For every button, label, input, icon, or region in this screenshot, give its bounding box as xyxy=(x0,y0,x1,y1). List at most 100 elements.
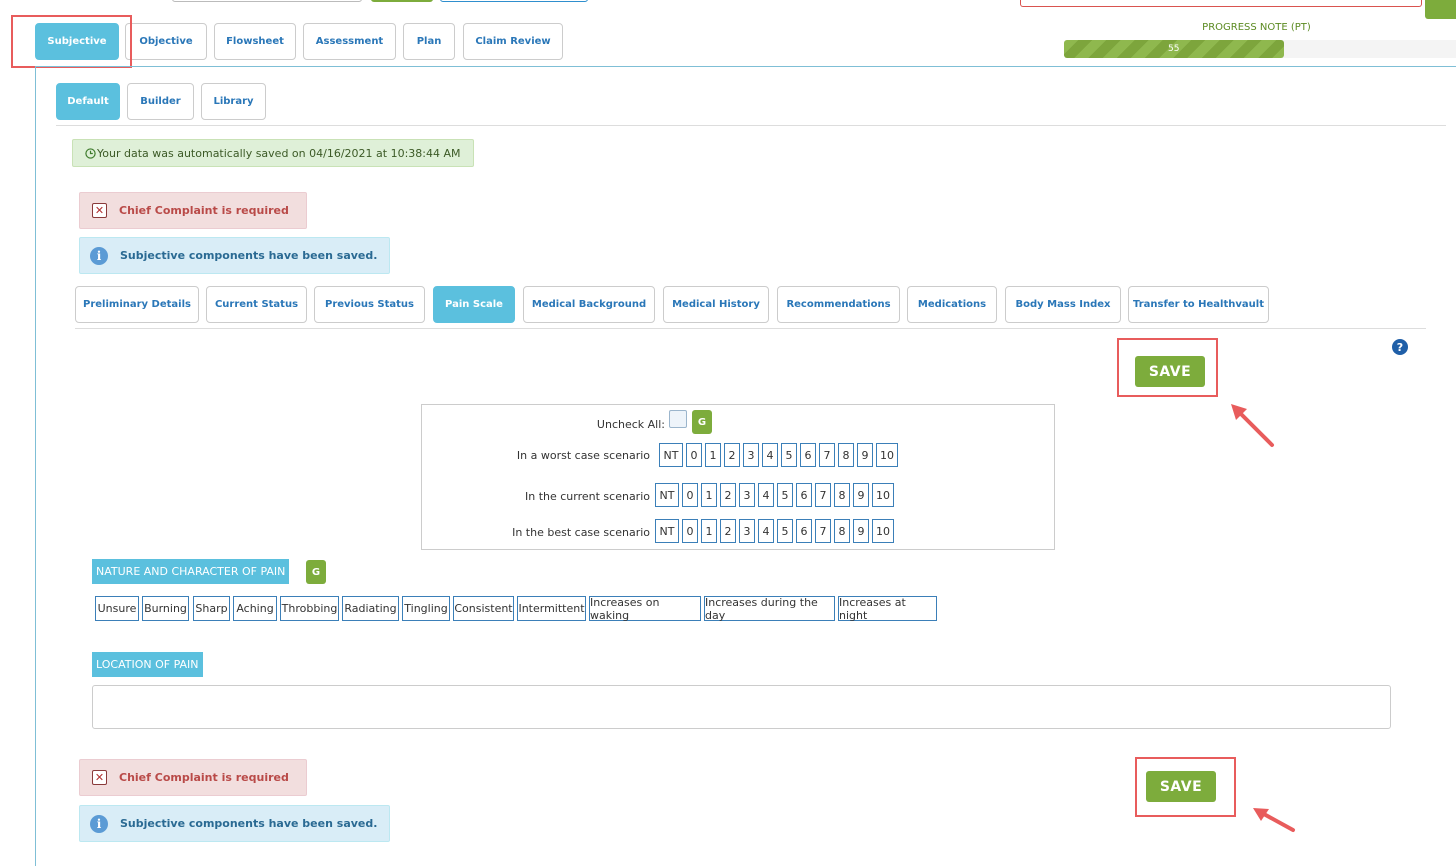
pain-scale-option-current-7[interactable]: 7 xyxy=(815,483,831,507)
tab-builder[interactable]: Builder xyxy=(127,83,194,120)
pain-scale-option-current-1[interactable]: 1 xyxy=(701,483,717,507)
pain-scale-option-worst-8[interactable]: 8 xyxy=(838,443,854,467)
annotation-highlight-subjective xyxy=(11,15,132,68)
pain-scale-option-current-5[interactable]: 5 xyxy=(777,483,793,507)
autosave-message: Your data was automatically saved on 04/… xyxy=(72,139,474,167)
pain-scale-option-current-6[interactable]: 6 xyxy=(796,483,812,507)
view-tabs-divider xyxy=(56,125,1446,126)
info-alert-bottom: i Subjective components have been saved. xyxy=(79,805,390,842)
tab-objective[interactable]: Objective xyxy=(125,23,207,60)
tab-library[interactable]: Library xyxy=(201,83,266,120)
progress-bar: 55 xyxy=(1064,40,1456,58)
main-tabs-divider xyxy=(35,66,1456,67)
tab-assessment[interactable]: Assessment xyxy=(303,23,396,60)
pain-scale-option-current-0[interactable]: 0 xyxy=(682,483,698,507)
uncheck-all-checkbox[interactable] xyxy=(669,410,687,428)
pain-scale-option-best-1[interactable]: 1 xyxy=(701,519,717,543)
pain-scale-option-current-2[interactable]: 2 xyxy=(720,483,736,507)
tab-default[interactable]: Default xyxy=(56,83,120,120)
tab-body-mass-index[interactable]: Body Mass Index xyxy=(1005,286,1121,323)
nature-option-aching[interactable]: Aching xyxy=(233,596,277,621)
tab-current-status[interactable]: Current Status xyxy=(206,286,307,323)
pain-scale-option-best-10[interactable]: 10 xyxy=(872,519,894,543)
top-right-button[interactable] xyxy=(1425,0,1456,19)
nature-option-tingling[interactable]: Tingling xyxy=(402,596,450,621)
pain-scale-option-current-3[interactable]: 3 xyxy=(739,483,755,507)
pain-scale-option-best-7[interactable]: 7 xyxy=(815,519,831,543)
location-of-pain-input[interactable] xyxy=(92,685,1391,729)
pain-scale-option-current-nt[interactable]: NT xyxy=(655,483,679,507)
tab-pain-scale[interactable]: Pain Scale xyxy=(433,286,515,323)
error-x-icon: ✕ xyxy=(92,203,107,218)
top-blue-button[interactable] xyxy=(440,0,588,2)
nature-option-burning[interactable]: Burning xyxy=(142,596,189,621)
error-alert-text: Chief Complaint is required xyxy=(119,771,289,784)
error-alert-bottom: ✕ Chief Complaint is required xyxy=(79,759,307,796)
pain-scale-option-current-10[interactable]: 10 xyxy=(872,483,894,507)
annotation-highlight-save-top xyxy=(1117,338,1218,397)
pain-scale-option-worst-9[interactable]: 9 xyxy=(857,443,873,467)
progress-note-label: PROGRESS NOTE (PT) xyxy=(1202,22,1311,33)
help-icon[interactable]: ? xyxy=(1392,339,1408,355)
pain-scale-option-current-9[interactable]: 9 xyxy=(853,483,869,507)
autosave-text: Your data was automatically saved on 04/… xyxy=(97,146,461,160)
nature-option-unsure[interactable]: Unsure xyxy=(95,596,139,621)
tab-preliminary-details[interactable]: Preliminary Details xyxy=(75,286,199,323)
pain-scale-option-worst-nt[interactable]: NT xyxy=(659,443,683,467)
content-left-border xyxy=(35,66,36,866)
tab-transfer-to-healthvault[interactable]: Transfer to Healthvault xyxy=(1128,286,1269,323)
pain-scale-option-best-2[interactable]: 2 xyxy=(720,519,736,543)
nature-option-radiating[interactable]: Radiating xyxy=(342,596,399,621)
nature-option-throbbing[interactable]: Throbbing xyxy=(280,596,339,621)
pain-scale-option-worst-3[interactable]: 3 xyxy=(743,443,759,467)
pain-scale-option-worst-7[interactable]: 7 xyxy=(819,443,835,467)
pain-scale-option-worst-10[interactable]: 10 xyxy=(876,443,898,467)
pain-scale-option-best-4[interactable]: 4 xyxy=(758,519,774,543)
tab-medical-background[interactable]: Medical Background xyxy=(523,286,655,323)
top-search-input[interactable] xyxy=(172,0,362,2)
pain-scale-option-best-3[interactable]: 3 xyxy=(739,519,755,543)
pain-scale-option-best-6[interactable]: 6 xyxy=(796,519,812,543)
annotation-highlight-save-bottom xyxy=(1135,757,1236,817)
info-icon: i xyxy=(90,246,108,265)
tab-plan[interactable]: Plan xyxy=(403,23,455,60)
top-alert-box xyxy=(1020,0,1422,7)
pain-scale-option-worst-0[interactable]: 0 xyxy=(686,443,702,467)
pain-scale-option-worst-1[interactable]: 1 xyxy=(705,443,721,467)
tab-recommendations[interactable]: Recommendations xyxy=(777,286,900,323)
pain-scale-option-worst-5[interactable]: 5 xyxy=(781,443,797,467)
nature-option-increases-on-waking[interactable]: Increases on waking xyxy=(589,596,701,622)
pain-row-label-worst: In a worst case scenario xyxy=(516,449,650,462)
nature-option-consistent[interactable]: Consistent xyxy=(453,596,514,621)
tab-flowsheet[interactable]: Flowsheet xyxy=(214,23,296,60)
tab-claim-review[interactable]: Claim Review xyxy=(463,23,563,60)
nature-option-intermittent[interactable]: Intermittent xyxy=(517,596,586,621)
pain-scale-option-worst-2[interactable]: 2 xyxy=(724,443,740,467)
error-alert-text: Chief Complaint is required xyxy=(119,204,289,217)
pain-scale-option-worst-4[interactable]: 4 xyxy=(762,443,778,467)
pain-scale-g-button[interactable]: G xyxy=(692,410,712,434)
nature-option-increases-during-the-day[interactable]: Increases during the day xyxy=(704,596,835,622)
info-alert-top: i Subjective components have been saved. xyxy=(79,237,390,274)
uncheck-all-label: Uncheck All: xyxy=(596,418,665,431)
top-green-button[interactable] xyxy=(371,0,433,2)
pain-scale-option-best-8[interactable]: 8 xyxy=(834,519,850,543)
section-tabs-divider xyxy=(75,328,1426,329)
clock-icon xyxy=(85,147,96,159)
tab-medications[interactable]: Medications xyxy=(907,286,997,323)
error-x-icon: ✕ xyxy=(92,770,107,785)
pain-scale-option-current-8[interactable]: 8 xyxy=(834,483,850,507)
pain-scale-option-best-nt[interactable]: NT xyxy=(655,519,679,543)
pain-scale-option-worst-6[interactable]: 6 xyxy=(800,443,816,467)
nature-of-pain-g-button[interactable]: G xyxy=(306,560,326,584)
tab-medical-history[interactable]: Medical History xyxy=(663,286,769,323)
progress-bar-fill: 55 xyxy=(1064,40,1284,58)
nature-option-increases-at-night[interactable]: Increases at night xyxy=(838,596,937,622)
tab-previous-status[interactable]: Previous Status xyxy=(314,286,425,323)
annotation-arrow-bottom-icon xyxy=(1253,808,1295,832)
pain-scale-option-current-4[interactable]: 4 xyxy=(758,483,774,507)
pain-scale-option-best-0[interactable]: 0 xyxy=(682,519,698,543)
pain-scale-option-best-5[interactable]: 5 xyxy=(777,519,793,543)
pain-scale-option-best-9[interactable]: 9 xyxy=(853,519,869,543)
nature-option-sharp[interactable]: Sharp xyxy=(193,596,230,621)
